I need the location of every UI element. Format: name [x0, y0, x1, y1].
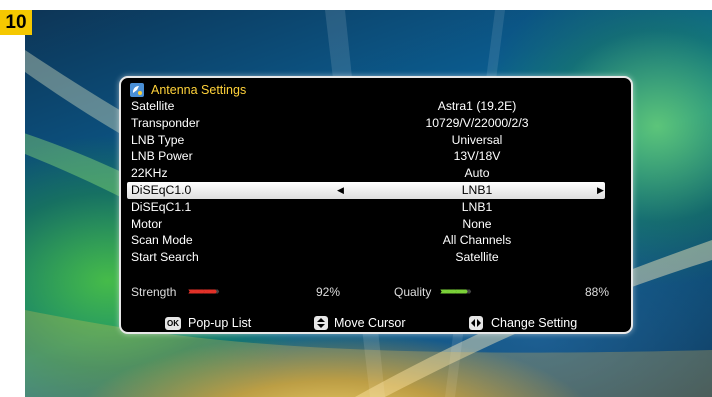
signal-meters: Strength ›››››››››››››››››››››››››› 92% … [131, 284, 621, 300]
help-change-text: Change Setting [491, 316, 578, 330]
setting-row-lnb-power[interactable]: LNB Power 13V/18V [127, 148, 605, 165]
strength-bar: ›››››››››››››››››››››››››› [188, 286, 220, 297]
setting-row-diseqc11[interactable]: DiSEqC1.1 LNB1 [127, 199, 605, 216]
setting-label: 22KHz [131, 166, 168, 181]
screen: 10 Antenna Settings Satellite Astra1 (19… [0, 0, 712, 397]
quality-value: 88% [585, 285, 610, 299]
setting-label: DiSEqC1.1 [131, 199, 192, 214]
help-change-setting: Change Setting [469, 314, 577, 332]
setting-row-transponder[interactable]: Transponder 10729/V/22000/2/3 [127, 115, 605, 132]
left-right-key-icon [469, 316, 483, 330]
step-badge: 10 [0, 10, 32, 35]
setting-value: None [462, 216, 492, 231]
setting-label: Satellite [131, 99, 175, 113]
quality-label: Quality [394, 285, 432, 299]
setting-value: All Channels [442, 233, 512, 248]
setting-value: 10729/V/22000/2/3 [425, 115, 529, 130]
setting-value: 13V/18V [453, 149, 501, 164]
help-move-text: Move Cursor [334, 316, 406, 330]
antenna-settings-dialog: Antenna Settings Satellite Astra1 (19.2E… [119, 76, 633, 334]
setting-row-scan-mode[interactable]: Scan Mode All Channels [127, 232, 605, 249]
setting-row-satellite[interactable]: Satellite Astra1 (19.2E) [127, 98, 605, 115]
help-bar: OK Pop-up List Move Cursor Change Settin… [121, 314, 631, 332]
ok-key-icon: OK [165, 316, 181, 330]
setting-value: Astra1 (19.2E) [437, 99, 517, 113]
setting-label: LNB Power [131, 149, 193, 164]
help-popup-text: Pop-up List [188, 316, 252, 330]
arrow-right-icon[interactable]: ▶ [597, 182, 604, 199]
help-move-cursor: Move Cursor [314, 314, 406, 332]
quality-bar: ›››››››››››››››››››››››››› [440, 286, 472, 297]
setting-label: Motor [131, 216, 163, 231]
setting-row-22khz[interactable]: 22KHz Auto [127, 165, 605, 182]
setting-value: Auto [464, 166, 490, 181]
setting-row-motor[interactable]: Motor None [127, 216, 605, 233]
setting-label: Scan Mode [131, 233, 193, 248]
setting-label: DiSEqC1.0 [131, 182, 192, 197]
satellite-dish-icon [130, 83, 144, 97]
strength-label: Strength [131, 285, 177, 299]
help-popup-list: OK Pop-up List [165, 314, 251, 332]
setting-row-diseqc10-selected[interactable]: DiSEqC1.0 ◀ LNB1 ▶ [127, 181, 605, 199]
setting-value: Universal [451, 132, 503, 147]
strength-value: 92% [316, 285, 341, 299]
setting-value: Satellite [455, 250, 499, 265]
up-down-key-icon [314, 316, 328, 330]
setting-label: Transponder [131, 115, 200, 130]
setting-row-lnb-type[interactable]: LNB Type Universal [127, 132, 605, 149]
setting-row-start-search[interactable]: Start Search Satellite [127, 249, 605, 266]
setting-label: LNB Type [131, 132, 185, 147]
dialog-title: Antenna Settings [151, 83, 247, 97]
settings-list: Satellite Astra1 (19.2E) Transponder 107… [127, 98, 605, 266]
dialog-titlebar: Antenna Settings [130, 81, 246, 99]
setting-label: Start Search [131, 250, 199, 265]
setting-value: LNB1 [461, 182, 493, 197]
setting-value: LNB1 [461, 199, 493, 214]
